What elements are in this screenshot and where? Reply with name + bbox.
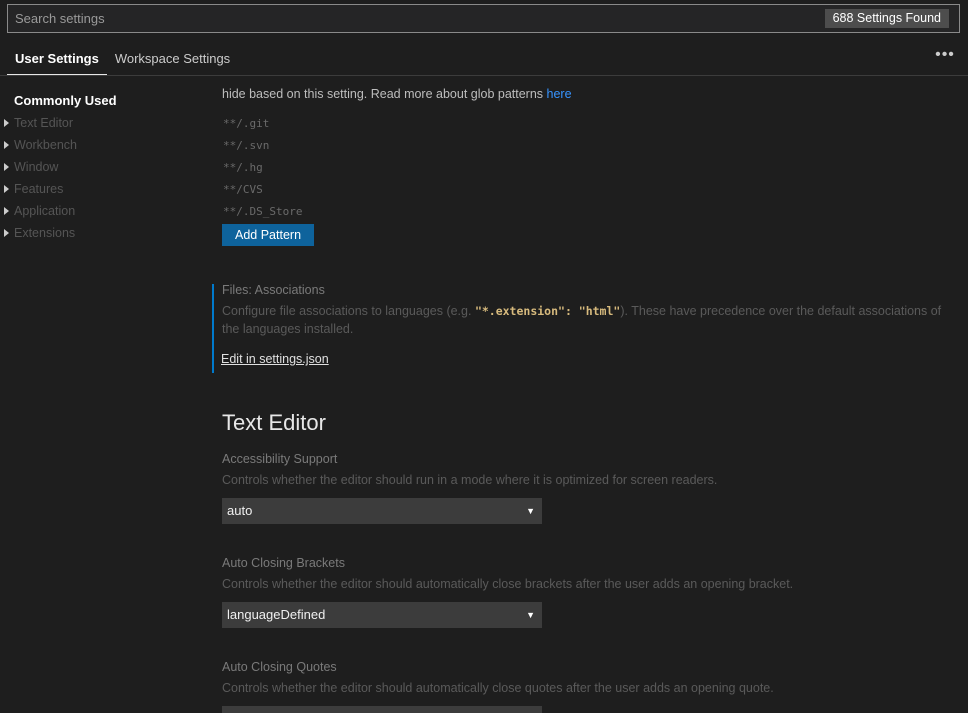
toc-item-text-editor[interactable]: Text Editor [0, 112, 200, 134]
focus-indicator [212, 284, 214, 373]
select-value: auto [227, 503, 253, 518]
glob-patterns-link[interactable]: here [547, 87, 572, 101]
settings-count-badge: 688 Settings Found [824, 9, 949, 28]
exclude-pattern-item[interactable]: **/.DS_Store [223, 205, 302, 218]
tab-user-settings[interactable]: User Settings [7, 44, 107, 75]
files-exclude-description-text: hide based on this setting. Read more ab… [222, 87, 547, 101]
files-associations-title: Files: Associations [222, 283, 325, 297]
edit-in-settings-json-link[interactable]: Edit in settings.json [221, 352, 329, 366]
setting-description: Controls whether the editor should autom… [222, 577, 794, 591]
chevron-right-icon [4, 229, 9, 237]
settings-toc: Commonly Used Text Editor Workbench Wind… [0, 90, 200, 244]
exclude-pattern-item[interactable]: **/.svn [223, 139, 269, 152]
setting-title: Accessibility Support [222, 452, 338, 466]
toc-item-extensions[interactable]: Extensions [0, 222, 200, 244]
setting-description: Controls whether the editor should autom… [222, 681, 774, 695]
section-heading-text-editor: Text Editor [222, 410, 326, 435]
ellipsis-icon[interactable]: ••• [935, 47, 955, 66]
chevron-right-icon [4, 141, 9, 149]
search-input[interactable] [8, 5, 959, 32]
files-associations-code: "*.extension": "html" [474, 304, 621, 318]
auto-closing-quotes-select[interactable] [222, 706, 542, 713]
setting-title: Auto Closing Quotes [222, 660, 337, 674]
toc-item-label: Extensions [14, 226, 76, 240]
search-bar: 688 Settings Found [7, 4, 960, 33]
files-associations-desc-after: ). These have precedence over the defaul… [620, 304, 942, 318]
toc-item-label: Text Editor [14, 116, 74, 130]
dropdown-arrow-icon: ▼ [526, 610, 535, 620]
setting-description: Controls whether the editor should run i… [222, 473, 718, 487]
files-associations-description: Configure file associations to languages… [222, 302, 968, 320]
exclude-pattern-item[interactable]: **/.hg [223, 161, 263, 174]
dropdown-arrow-icon: ▼ [526, 506, 535, 516]
toc-item-label: Application [14, 204, 76, 218]
files-associations-desc-before: Configure file associations to languages… [222, 304, 475, 318]
select-value: languageDefined [227, 607, 326, 622]
toc-item-application[interactable]: Application [0, 200, 200, 222]
add-pattern-button[interactable]: Add Pattern [222, 224, 315, 246]
toc-item-label: Features [14, 182, 64, 196]
files-associations-description-line2: the languages installed. [222, 322, 354, 336]
chevron-right-icon [4, 207, 9, 215]
toc-item-window[interactable]: Window [0, 156, 200, 178]
tab-workspace-settings[interactable]: Workspace Settings [107, 44, 238, 75]
toc-item-workbench[interactable]: Workbench [0, 134, 200, 156]
toc-item-label: Commonly Used [14, 93, 117, 108]
exclude-pattern-item[interactable]: **/CVS [223, 183, 263, 196]
chevron-right-icon [4, 185, 9, 193]
accessibility-support-select[interactable]: auto ▼ [222, 498, 542, 524]
chevron-right-icon [4, 163, 9, 171]
setting-title: Auto Closing Brackets [222, 556, 345, 570]
settings-tabs: User Settings Workspace Settings [7, 44, 238, 76]
settings-content: hide based on this setting. Read more ab… [200, 76, 968, 713]
chevron-right-icon [4, 119, 9, 127]
toc-item-features[interactable]: Features [0, 178, 200, 200]
exclude-pattern-item[interactable]: **/.git [223, 117, 269, 130]
toc-item-label: Window [14, 160, 59, 174]
toc-item-label: Workbench [14, 138, 77, 152]
toc-item-commonly-used[interactable]: Commonly Used [0, 90, 200, 112]
auto-closing-brackets-select[interactable]: languageDefined ▼ [222, 602, 542, 628]
files-exclude-description: hide based on this setting. Read more ab… [222, 87, 572, 101]
